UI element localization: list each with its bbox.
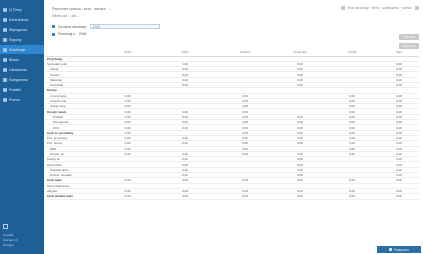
sidebar-item-2[interactable]: Kontrahenci: [0, 15, 44, 24]
sidebar-item-label: Ksiegowosc: [9, 77, 29, 82]
sidebar-item-label: Ewidencje: [9, 47, 26, 52]
settings-icon[interactable]: [415, 6, 419, 10]
sidebar-item-label: Kontrahenci: [9, 17, 29, 22]
sidebar-item-6[interactable]: Bilans: [0, 55, 44, 64]
page-title: Rachunek zysków i strat · wariant · ...: [52, 7, 112, 11]
sidebar-item-3[interactable]: Wynagrodz.: [0, 25, 44, 34]
column-header[interactable]: Plan: [379, 48, 419, 57]
help-icon: [3, 97, 7, 102]
sidebar-item-label: Ustawienia: [9, 67, 27, 72]
sidebar-item-label: Raporty: [9, 37, 22, 42]
report-table: 2019 2018 Zmiana Dynamika Udział Plan Pr…: [46, 48, 419, 200]
money-icon: [3, 27, 7, 32]
tray-text: Rok obrotowy · firma · użytkownik · pomo…: [347, 6, 412, 10]
sidebar-item-label: Podatki: [9, 87, 21, 92]
compare-value[interactable]: 2018: [79, 32, 87, 36]
tax-icon: [3, 87, 7, 92]
sidebar-item-5[interactable]: Ewidencje: [0, 45, 44, 54]
refresh-button[interactable]: Odśwież: [399, 34, 419, 40]
compare-row: Porównaj z: 2018: [52, 32, 86, 36]
calendar-icon[interactable]: [340, 6, 345, 10]
column-header[interactable]: 2018: [155, 48, 215, 57]
period-row: Za okres obrotowy: 2019: [52, 24, 160, 29]
sidebar-footer-contact[interactable]: Kontakt: [3, 233, 13, 237]
users-icon: [3, 17, 7, 22]
period-value: 2019: [92, 24, 100, 29]
period-label: Za okres obrotowy:: [58, 24, 87, 29]
table-row[interactable]: Zysk (strata) netto 0,00 0,00 0,00 0,00 0,00 0…: [46, 193, 419, 200]
book-icon: [3, 77, 7, 82]
status-badge-label: Połączono: [394, 247, 409, 252]
sidebar-item-label: Q Firmy: [9, 7, 22, 12]
sidebar-item-4[interactable]: Raporty: [0, 35, 44, 44]
table-cell: 0,00: [379, 193, 419, 200]
checkbox-icon[interactable]: [52, 32, 55, 36]
table-cell: 0,00: [155, 193, 215, 200]
page-subtitle: Okres od ... do ...: [52, 14, 80, 18]
top-tray: Rok obrotowy · firma · użytkownik · pomo…: [340, 6, 419, 10]
table-body: Przychody Sprzedaż netto 1,00 0,00 0,00 Usług…: [46, 56, 419, 200]
report-icon: [3, 37, 7, 42]
sidebar-item-1[interactable]: Q Firmy: [0, 5, 44, 14]
row-label: Zysk (strata) netto: [46, 193, 100, 200]
sidebar: Q Firmy Kontrahenci Wynagrodz. Raporty E…: [0, 0, 44, 254]
column-header: [46, 48, 100, 57]
building-icon: [3, 7, 7, 12]
sidebar-item-10[interactable]: Pomoc: [0, 95, 44, 104]
sidebar-item-8[interactable]: Ksiegowosc: [0, 75, 44, 84]
sidebar-item-9[interactable]: Podatki: [0, 85, 44, 94]
sidebar-item-label: Pomoc: [9, 97, 21, 102]
column-header[interactable]: Udział: [325, 48, 379, 57]
sidebar-footer-logout[interactable]: Wyloguj: [3, 243, 14, 247]
connection-icon: [389, 248, 393, 251]
period-select[interactable]: 2019: [89, 24, 160, 29]
sidebar-footer-version: Wersja 1.0: [3, 238, 18, 242]
compare-label: Porównaj z:: [58, 32, 76, 36]
chart-icon: [3, 57, 7, 62]
table-cell: 0,00: [325, 193, 379, 200]
column-header[interactable]: Zmiana: [215, 48, 275, 57]
sidebar-item-7[interactable]: Ustawienia: [0, 65, 44, 74]
table-cell: 0,00: [100, 193, 155, 200]
radio-icon[interactable]: [52, 25, 55, 28]
table-header-row: 2019 2018 Zmiana Dynamika Udział Plan: [46, 48, 419, 57]
table-cell: 0,00: [275, 193, 325, 200]
column-header[interactable]: 2019: [100, 48, 155, 57]
sidebar-item-label: Wynagrodz.: [9, 27, 29, 32]
status-badge[interactable]: Połączono: [377, 246, 421, 253]
user-icon[interactable]: [3, 224, 8, 229]
list-icon: [3, 47, 7, 52]
column-header[interactable]: Dynamika: [275, 48, 325, 57]
table-cell: 0,00: [215, 193, 275, 200]
gear-icon: [3, 67, 7, 72]
sidebar-item-label: Bilans: [9, 57, 19, 62]
